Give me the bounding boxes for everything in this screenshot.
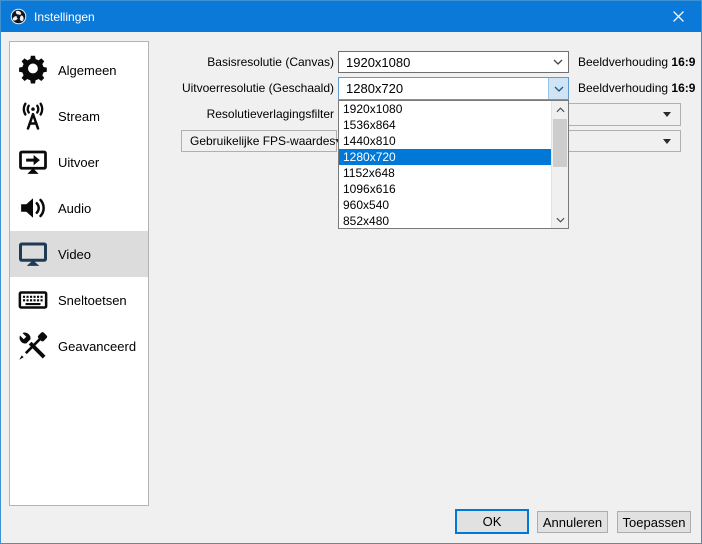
gear-icon	[15, 55, 51, 85]
basis-aspect-ratio: Beeldverhouding 16:9	[578, 55, 695, 69]
keyboard-icon	[15, 285, 51, 315]
aspect-label: Beeldverhouding	[578, 81, 669, 95]
aspect-label: Beeldverhouding	[578, 55, 669, 69]
dropdown-option[interactable]: 1096x616	[339, 181, 551, 197]
close-button[interactable]	[655, 1, 701, 32]
dropdown-options: 1920x1080 1536x864 1440x810 1280x720 115…	[339, 101, 551, 228]
sidebar-item-stream[interactable]: Stream	[10, 93, 148, 139]
output-resolution-value: 1280x720	[346, 81, 404, 96]
output-resolution-label: Uitvoerresolutie (Geschaald)	[181, 81, 334, 95]
sidebar-item-geavanceerd[interactable]: Geavanceerd	[10, 323, 148, 369]
broadcast-icon	[15, 101, 51, 131]
scrollbar-up-icon[interactable]	[552, 101, 568, 118]
apply-button-label: Toepassen	[622, 514, 686, 530]
cancel-button-label: Annuleren	[542, 514, 603, 530]
sidebar-item-label: Uitvoer	[58, 154, 100, 170]
aspect-value: 16:9	[671, 55, 696, 69]
obs-logo-icon	[10, 8, 27, 25]
sidebar-item-video[interactable]: Video	[10, 231, 148, 277]
chevron-down-icon[interactable]	[548, 52, 568, 72]
sidebar-item-label: Algemeen	[58, 62, 117, 78]
dropdown-arrow-icon	[663, 112, 671, 117]
basis-resolution-combobox[interactable]: 1920x1080	[338, 51, 569, 73]
tools-icon	[15, 331, 51, 361]
titlebar: Instellingen	[1, 1, 701, 32]
sidebar-item-label: Geavanceerd	[58, 338, 137, 354]
output-resolution-combobox[interactable]: 1280x720	[338, 77, 569, 100]
scrollbar-thumb[interactable]	[553, 119, 567, 167]
downscale-filter-label: Resolutieverlagingsfilter	[206, 107, 334, 121]
sidebar-item-uitvoer[interactable]: Uitvoer	[10, 139, 148, 185]
scrollbar-down-icon[interactable]	[552, 211, 568, 228]
dropdown-option[interactable]: 1536x864	[339, 117, 551, 133]
resolution-dropdown-list: 1920x1080 1536x864 1440x810 1280x720 115…	[338, 100, 569, 229]
close-icon	[672, 11, 684, 22]
chevron-down-icon[interactable]	[548, 78, 568, 99]
basis-resolution-label: Basisresolutie (Canvas)	[207, 55, 334, 69]
dropdown-option-selected[interactable]: 1280x720	[339, 149, 551, 165]
basis-resolution-value: 1920x1080	[346, 54, 411, 70]
window-title: Instellingen	[34, 9, 95, 24]
cancel-button[interactable]: Annuleren	[537, 511, 608, 533]
settings-window: Instellingen Algemeen Stream Uitvoer Aud…	[0, 0, 702, 544]
sidebar-item-label: Audio	[58, 200, 92, 216]
dropdown-scrollbar[interactable]	[551, 101, 568, 228]
ok-button[interactable]: OK	[455, 509, 529, 534]
settings-sidebar: Algemeen Stream Uitvoer Audio Video Snel…	[9, 41, 149, 506]
speaker-icon	[15, 193, 51, 223]
sidebar-item-audio[interactable]: Audio	[10, 185, 148, 231]
aspect-value: 16:9	[671, 81, 696, 95]
fps-type-label: Gebruikelijke FPS-waardes	[190, 134, 336, 148]
dropdown-arrow-icon	[663, 138, 671, 144]
sidebar-item-sneltoetsen[interactable]: Sneltoetsen	[10, 277, 148, 323]
sidebar-item-label: Stream	[58, 108, 100, 124]
dropdown-option[interactable]: 1920x1080	[339, 101, 551, 117]
apply-button[interactable]: Toepassen	[617, 511, 691, 533]
ok-button-label: OK	[482, 514, 502, 529]
sidebar-item-label: Sneltoetsen	[58, 292, 127, 308]
sidebar-item-label: Video	[58, 246, 92, 262]
dropdown-option[interactable]: 852x480	[339, 213, 551, 228]
output-aspect-ratio: Beeldverhouding 16:9	[578, 81, 695, 95]
dropdown-option[interactable]: 1152x648	[339, 165, 551, 181]
dropdown-option[interactable]: 1440x810	[339, 133, 551, 149]
monitor-icon	[15, 239, 51, 269]
output-icon	[15, 147, 51, 177]
dropdown-option[interactable]: 960x540	[339, 197, 551, 213]
sidebar-item-algemeen[interactable]: Algemeen	[10, 47, 148, 93]
fps-type-combobox[interactable]: Gebruikelijke FPS-waardes	[181, 130, 344, 152]
